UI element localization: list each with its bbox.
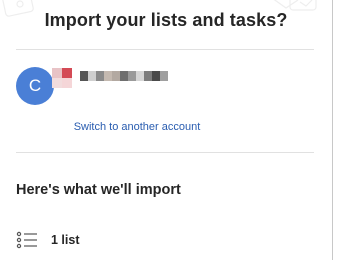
dialog-title: Import your lists and tasks? [44, 10, 288, 30]
profile-picture [52, 68, 72, 88]
scrollbar[interactable] [332, 0, 348, 260]
import-summary-heading: Here's what we'll import [16, 182, 181, 198]
list-item: 1 list [16, 231, 80, 249]
list-count-label: 1 list [51, 233, 80, 247]
divider [16, 49, 314, 50]
switch-account-link[interactable]: Switch to another account [0, 121, 274, 133]
account-name-redacted [80, 71, 168, 81]
scrollbar-border [332, 0, 333, 260]
divider [16, 152, 314, 153]
import-dialog: Import your lists and tasks? C Switch to… [0, 0, 348, 260]
avatar: C [16, 67, 54, 105]
list-icon [16, 231, 37, 249]
